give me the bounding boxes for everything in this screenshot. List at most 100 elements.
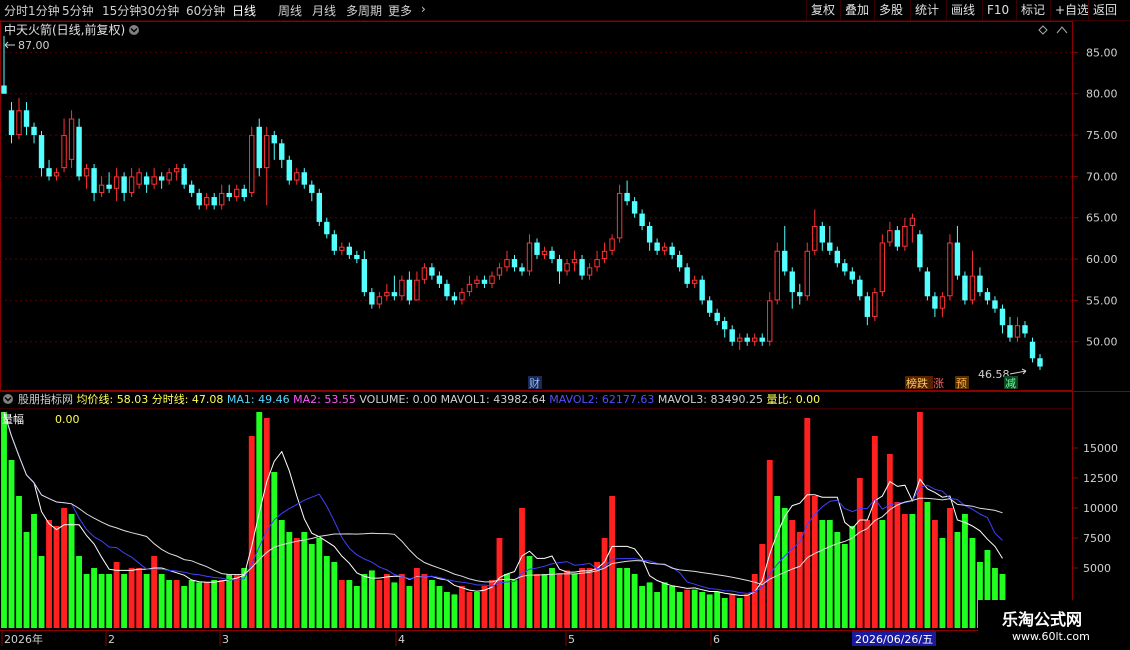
candle[interactable] (639, 209, 645, 231)
indicator-dropdown-icon[interactable] (3, 394, 13, 404)
volume-bar[interactable] (631, 574, 638, 628)
candle[interactable] (151, 168, 157, 189)
volume-bar[interactable] (886, 454, 893, 628)
candle[interactable] (924, 267, 931, 301)
candle[interactable] (504, 250, 510, 272)
volume-bar[interactable] (203, 582, 210, 628)
candle[interactable] (68, 110, 75, 169)
candle[interactable] (797, 283, 803, 305)
candle[interactable] (992, 296, 998, 313)
volume-bar[interactable] (834, 532, 841, 628)
volume-bar[interactable] (421, 574, 428, 628)
volume-bar[interactable] (714, 592, 721, 628)
volume-bar[interactable] (383, 574, 390, 628)
candle[interactable] (857, 275, 863, 301)
volume-bar[interactable] (466, 592, 473, 628)
volume-bar[interactable] (789, 520, 796, 628)
volume-bar[interactable] (736, 598, 743, 628)
candle[interactable] (541, 246, 548, 260)
collapse-icon[interactable] (1056, 26, 1068, 34)
volume-bar[interactable] (624, 568, 631, 628)
volume-bar[interactable] (796, 532, 803, 628)
candle[interactable] (301, 168, 307, 189)
candle[interactable] (271, 130, 277, 160)
candle[interactable] (519, 263, 525, 276)
candle[interactable] (534, 238, 540, 260)
volume-bar[interactable] (46, 520, 52, 628)
candle[interactable] (241, 184, 247, 202)
volume-bar[interactable] (526, 556, 533, 628)
candle[interactable] (451, 292, 458, 305)
candle[interactable] (864, 292, 871, 326)
volume-bar[interactable] (128, 568, 135, 628)
volume-bar[interactable] (676, 592, 683, 628)
volume-bar[interactable] (308, 544, 315, 628)
volume-bar[interactable] (841, 544, 848, 628)
volume-bar[interactable] (368, 570, 375, 628)
candle[interactable] (669, 242, 675, 260)
candle[interactable] (136, 168, 142, 189)
title-dropdown-icon[interactable] (129, 25, 139, 35)
candle[interactable] (977, 267, 983, 297)
candle[interactable] (789, 267, 795, 309)
candle[interactable] (444, 279, 450, 301)
candle[interactable] (226, 184, 232, 202)
candle[interactable] (999, 304, 1006, 334)
candle[interactable] (496, 263, 503, 280)
candle[interactable] (917, 230, 923, 272)
volume-bar[interactable] (849, 526, 856, 628)
candle[interactable] (744, 333, 750, 346)
candle[interactable] (98, 176, 105, 198)
volume-bar[interactable] (136, 568, 143, 628)
candle[interactable] (219, 184, 225, 210)
candle[interactable] (1014, 316, 1021, 342)
candle[interactable] (414, 271, 420, 301)
candle[interactable] (16, 97, 22, 140)
candle[interactable] (106, 172, 112, 193)
volume-bar[interactable] (519, 508, 525, 628)
candle[interactable] (181, 163, 187, 189)
volume-bar[interactable] (121, 574, 128, 628)
volume-bar[interactable] (721, 598, 728, 628)
candle[interactable] (286, 155, 292, 185)
volume-bar[interactable] (811, 496, 818, 628)
volume-bar[interactable] (301, 532, 308, 628)
volume-bar[interactable] (316, 538, 323, 628)
volume-bar[interactable] (961, 514, 968, 628)
candle[interactable] (812, 209, 818, 255)
candle[interactable] (354, 250, 360, 264)
volume-bar[interactable] (98, 574, 105, 628)
candle[interactable] (361, 250, 368, 297)
volume-bar[interactable] (924, 502, 931, 628)
candle[interactable] (526, 234, 533, 276)
volume-bar[interactable] (474, 592, 480, 628)
volume-bar[interactable] (241, 568, 248, 628)
candle[interactable] (954, 225, 961, 280)
candle[interactable] (234, 184, 240, 202)
candle[interactable] (1022, 321, 1028, 338)
volume-bar[interactable] (211, 580, 218, 628)
candle[interactable] (466, 275, 473, 297)
volume-bar[interactable] (106, 574, 113, 628)
candle[interactable] (556, 254, 563, 284)
volume-bar[interactable] (654, 592, 661, 628)
candle[interactable] (391, 275, 398, 301)
volume-bar[interactable] (23, 532, 30, 628)
candle[interactable] (676, 250, 683, 272)
candle[interactable] (624, 180, 630, 206)
volume-bar[interactable] (158, 574, 165, 628)
volume-bar[interactable] (759, 544, 766, 628)
candle[interactable] (684, 263, 690, 288)
candle[interactable] (166, 168, 172, 185)
candle[interactable] (53, 168, 60, 181)
volume-bar[interactable] (571, 574, 578, 628)
volume-bar[interactable] (353, 586, 360, 628)
volume-bar[interactable] (601, 538, 608, 628)
candle[interactable] (654, 238, 660, 255)
volume-bar[interactable] (233, 574, 240, 628)
candle[interactable] (256, 118, 262, 177)
volume-bar[interactable] (218, 580, 225, 628)
candle[interactable] (752, 333, 758, 346)
event-marker-zhang-text[interactable]: 涨 (933, 377, 944, 390)
candle[interactable] (887, 221, 893, 247)
